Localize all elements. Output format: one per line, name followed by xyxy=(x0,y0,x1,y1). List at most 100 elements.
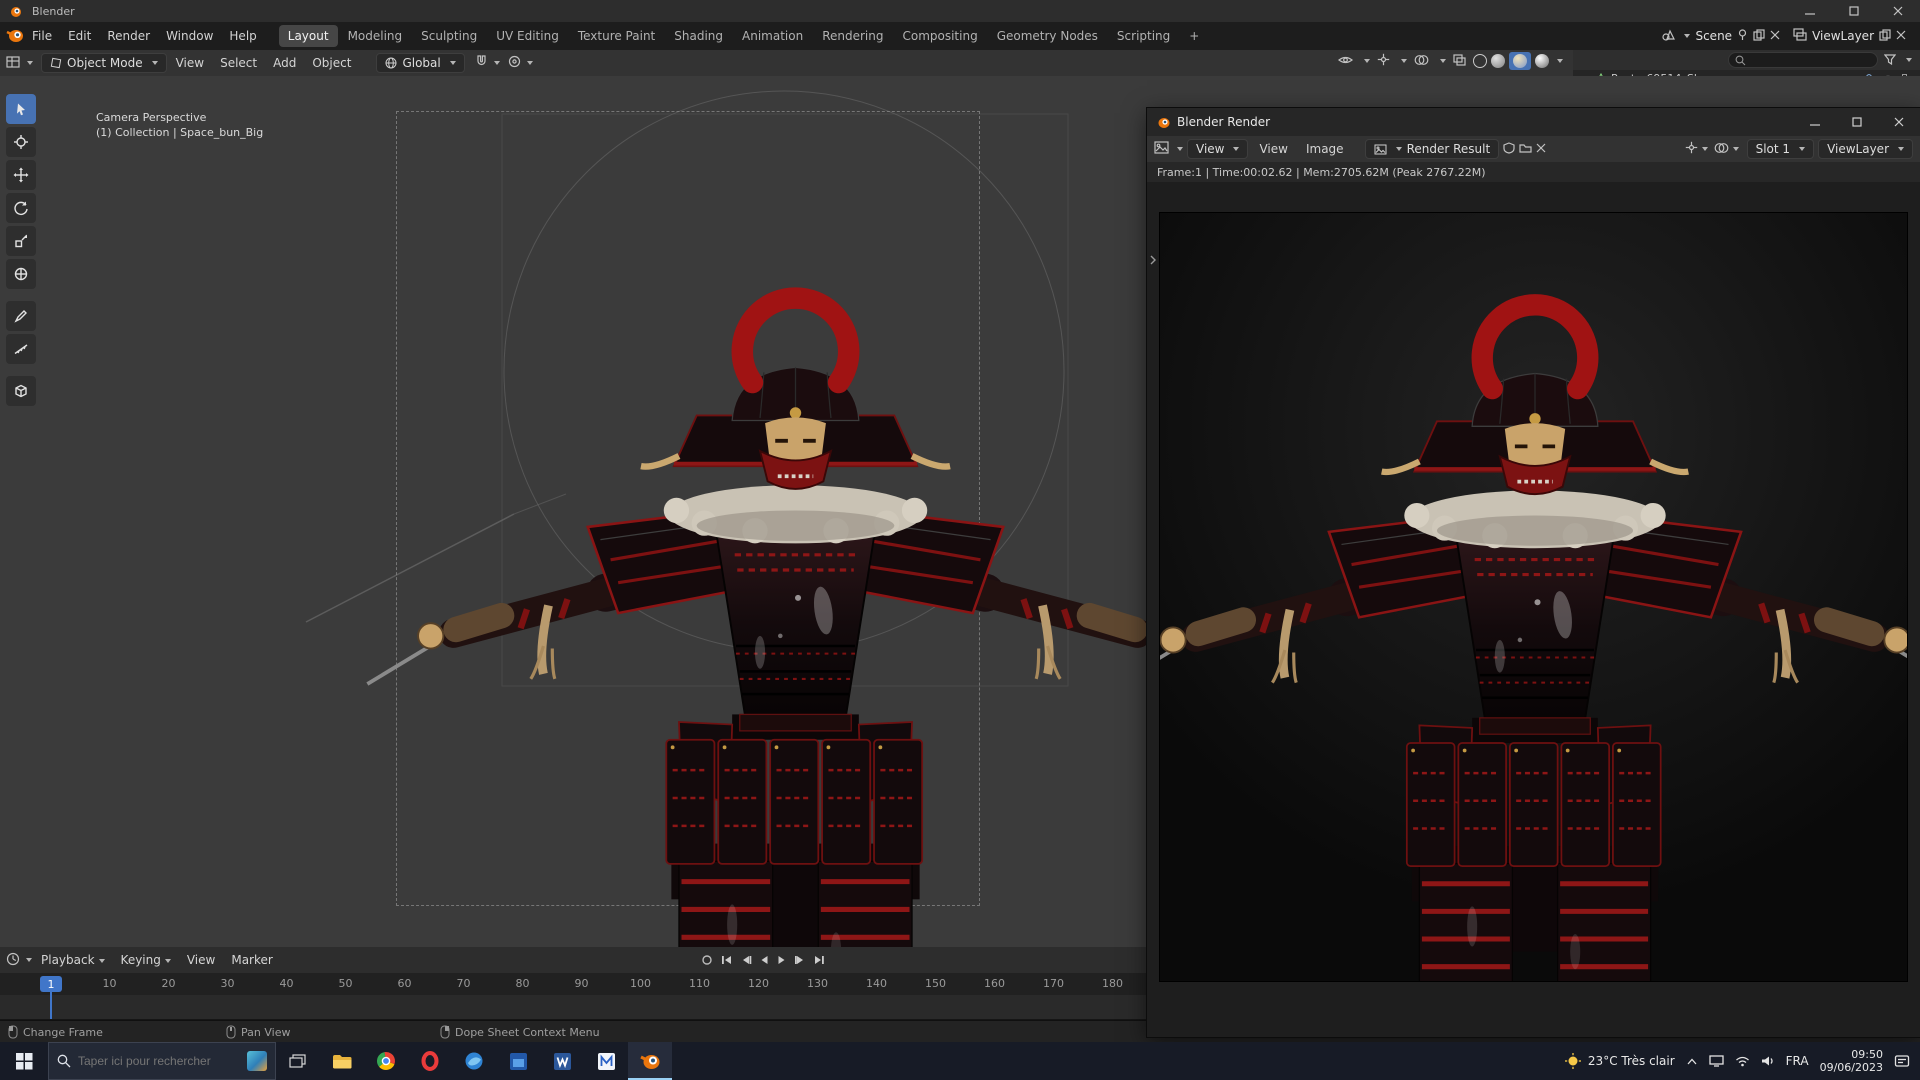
fake-user-shield-icon[interactable] xyxy=(1503,141,1515,157)
render-overlays-icon[interactable] xyxy=(1714,142,1729,157)
filter-funnel-icon[interactable] xyxy=(1883,53,1897,68)
taskbar-search-input[interactable] xyxy=(78,1054,240,1068)
taskbar-search[interactable] xyxy=(48,1042,276,1080)
outliner-search[interactable] xyxy=(1728,52,1878,68)
remove-viewlayer-icon[interactable] xyxy=(1896,29,1906,43)
transform-tool[interactable] xyxy=(6,259,36,289)
notification-center-icon[interactable] xyxy=(1894,1054,1910,1068)
tray-expand-chevron-icon[interactable] xyxy=(1686,1057,1698,1066)
menu-window[interactable]: Window xyxy=(158,29,221,43)
new-viewlayer-icon[interactable] xyxy=(1879,28,1891,44)
unlink-scene-icon[interactable] xyxy=(1770,29,1780,43)
viewport-menu-add[interactable]: Add xyxy=(266,56,303,70)
measure-tool[interactable] xyxy=(6,334,36,364)
m-app-button[interactable] xyxy=(584,1042,628,1080)
gizmo-icon[interactable] xyxy=(1377,53,1390,69)
workspace-tab-sculpting[interactable]: Sculpting xyxy=(412,25,486,47)
shading-wireframe-icon[interactable] xyxy=(1473,54,1487,68)
start-button[interactable] xyxy=(0,1042,48,1080)
maximize-button[interactable] xyxy=(1832,0,1876,22)
menu-edit[interactable]: Edit xyxy=(60,29,99,43)
blender-logo-icon[interactable] xyxy=(6,28,24,44)
editor-type-icon[interactable] xyxy=(6,55,21,72)
render-result-image[interactable] xyxy=(1159,212,1908,982)
timeline-menu-marker[interactable]: Marker xyxy=(224,953,279,967)
render-menu-view[interactable]: View xyxy=(1252,142,1294,156)
weather-widget[interactable]: 23°C Très clair xyxy=(1564,1052,1675,1070)
cursor-tool[interactable] xyxy=(6,127,36,157)
image-datablock-selector[interactable]: Render Result xyxy=(1364,139,1500,159)
shading-rendered-icon[interactable] xyxy=(1535,54,1549,68)
image-editor-caret-icon[interactable] xyxy=(1177,147,1183,151)
render-close-button[interactable] xyxy=(1878,108,1920,136)
move-tool[interactable] xyxy=(6,160,36,190)
close-button[interactable] xyxy=(1876,0,1920,22)
render-gizmo-icon[interactable] xyxy=(1685,141,1698,157)
current-frame-indicator[interactable]: 1 xyxy=(40,976,62,992)
outliner-search-input[interactable] xyxy=(1750,54,1860,66)
taskbar-clock[interactable]: 09:50 09/06/2023 xyxy=(1820,1048,1883,1074)
tray-monitor-icon[interactable] xyxy=(1708,1055,1724,1067)
add-workspace-button[interactable]: + xyxy=(1180,25,1208,47)
menu-render[interactable]: Render xyxy=(99,29,158,43)
menu-file[interactable]: File xyxy=(24,29,60,43)
edge-button[interactable] xyxy=(452,1042,496,1080)
render-window-titlebar[interactable]: Blender Render xyxy=(1147,108,1920,136)
render-menu-image[interactable]: Image xyxy=(1299,142,1351,156)
add-cube-tool[interactable] xyxy=(6,376,36,406)
render-minimize-button[interactable] xyxy=(1794,108,1836,136)
render-slot-selector[interactable]: Slot 1 xyxy=(1746,139,1815,159)
snap-magnet-icon[interactable] xyxy=(475,55,488,71)
task-view-button[interactable] xyxy=(276,1042,320,1080)
gizmo-caret-icon[interactable] xyxy=(1401,59,1407,63)
mode-selector[interactable]: Object Mode xyxy=(41,53,167,73)
timeline-menu-view[interactable]: View xyxy=(180,953,222,967)
scene-icon[interactable] xyxy=(1661,28,1676,44)
minimize-button[interactable] xyxy=(1788,0,1832,22)
scene-name[interactable]: Scene xyxy=(1695,29,1732,43)
auto-key-icon[interactable] xyxy=(700,953,714,967)
rotate-tool[interactable] xyxy=(6,193,36,223)
play-icon[interactable] xyxy=(776,954,788,966)
workspace-tab-compositing[interactable]: Compositing xyxy=(893,25,986,47)
pin-icon[interactable] xyxy=(1737,28,1748,44)
viewlayer-icon[interactable] xyxy=(1793,28,1807,44)
next-keyframe-icon[interactable] xyxy=(794,954,807,966)
search-highlights-icon[interactable] xyxy=(247,1051,267,1071)
overlays-icon[interactable] xyxy=(1414,54,1429,69)
samurai-model[interactable] xyxy=(352,266,1239,947)
editor-type-caret-icon[interactable] xyxy=(27,61,33,65)
display-mode-selector[interactable]: View xyxy=(1187,139,1249,159)
image-editor-icon[interactable] xyxy=(1154,141,1169,157)
viewlayer-name[interactable]: ViewLayer xyxy=(1812,29,1874,43)
file-explorer-button[interactable] xyxy=(320,1042,364,1080)
timeline-menu-playback[interactable]: Playback xyxy=(34,953,112,967)
render-overlays-caret-icon[interactable] xyxy=(1732,147,1739,151)
playhead[interactable] xyxy=(50,991,52,1019)
opera-button[interactable] xyxy=(408,1042,452,1080)
play-reverse-icon[interactable] xyxy=(758,954,770,966)
render-maximize-button[interactable] xyxy=(1836,108,1878,136)
render-layer-selector[interactable]: ViewLayer xyxy=(1818,139,1913,159)
shading-caret-icon[interactable] xyxy=(1557,59,1563,63)
workspace-tab-uv-editing[interactable]: UV Editing xyxy=(487,25,568,47)
transform-orientation-selector[interactable]: Global xyxy=(376,53,465,73)
xray-toggle-icon[interactable] xyxy=(1453,53,1466,69)
render-result-window[interactable]: Blender Render View View Image Render Re… xyxy=(1146,107,1920,1038)
open-image-folder-icon[interactable] xyxy=(1519,142,1532,156)
proportional-caret-icon[interactable] xyxy=(526,61,533,65)
visibility-caret-icon[interactable] xyxy=(1364,59,1370,63)
shading-solid-icon[interactable] xyxy=(1491,54,1505,68)
menu-help[interactable]: Help xyxy=(221,29,264,43)
filter-caret-icon[interactable] xyxy=(1906,58,1912,62)
workspace-tab-rendering[interactable]: Rendering xyxy=(813,25,892,47)
workspace-tab-animation[interactable]: Animation xyxy=(733,25,812,47)
viewport-menu-view[interactable]: View xyxy=(169,56,211,70)
timeline-menu-keying[interactable]: Keying xyxy=(114,953,178,967)
snap-caret-icon[interactable] xyxy=(493,61,500,65)
chrome-button[interactable] xyxy=(364,1042,408,1080)
overlays-caret-icon[interactable] xyxy=(1440,59,1446,63)
jump-to-end-icon[interactable] xyxy=(813,954,826,966)
unlink-image-icon[interactable] xyxy=(1536,142,1546,156)
wifi-icon[interactable] xyxy=(1735,1055,1750,1067)
